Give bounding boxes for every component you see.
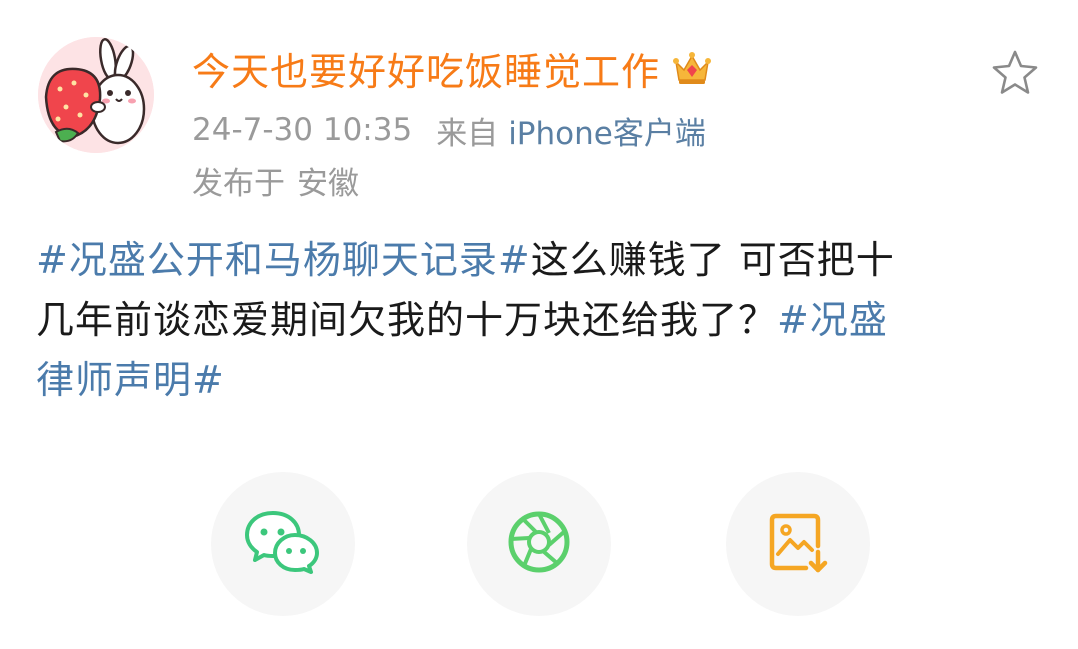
save-image-icon [766, 510, 830, 578]
source-prefix: 来自 [436, 115, 499, 152]
post-text-segment: 几年前谈恋爱期间欠我的十万块还给我了？ [36, 298, 778, 342]
post-text-segment: 这么赚钱了 可否把十 [530, 238, 895, 282]
strawberry-bunny-avatar-icon [38, 37, 154, 153]
source-device[interactable]: iPhone客户端 [508, 108, 706, 153]
hashtag-link[interactable]: #况盛 [777, 298, 888, 342]
hashtag-link[interactable]: 律师声明# [36, 358, 225, 402]
post-text-line-2: 几年前谈恋爱期间欠我的十万块还给我了？#况盛 [36, 290, 1026, 350]
avatar[interactable] [38, 37, 154, 153]
post-text-line-1: #况盛公开和马杨聊天记录#这么赚钱了 可否把十 [36, 230, 1026, 290]
username-row: 今天也要好好吃饭睡觉工作 [192, 40, 712, 96]
save-image-button[interactable] [726, 472, 870, 616]
weibo-post-card: 今天也要好好吃饭睡觉工作 24-7-30 10:35 来自 iPhone客户端 … [0, 0, 1078, 649]
location-prefix: 发布于 [192, 165, 285, 202]
share-moments-button[interactable] [467, 472, 611, 616]
post-time: 24-7-30 10:35 [192, 112, 413, 148]
star-icon[interactable] [990, 48, 1040, 98]
post-text: #况盛公开和马杨聊天记录#这么赚钱了 可否把十 几年前谈恋爱期间欠我的十万块还给… [36, 230, 1026, 410]
post-text-line-3: 律师声明# [36, 350, 1026, 410]
username[interactable]: 今天也要好好吃饭睡觉工作 [192, 41, 660, 96]
post-location: 发布于 安徽 [192, 160, 359, 202]
post-meta: 24-7-30 10:35 来自 iPhone客户端 [192, 108, 706, 153]
share-wechat-button[interactable] [211, 472, 355, 616]
crown-icon [672, 48, 712, 88]
hashtag-link[interactable]: #况盛公开和马杨聊天记录# [36, 238, 531, 282]
location-value: 安徽 [297, 165, 359, 202]
wechat-icon [243, 507, 323, 581]
moments-aperture-icon [506, 509, 572, 579]
